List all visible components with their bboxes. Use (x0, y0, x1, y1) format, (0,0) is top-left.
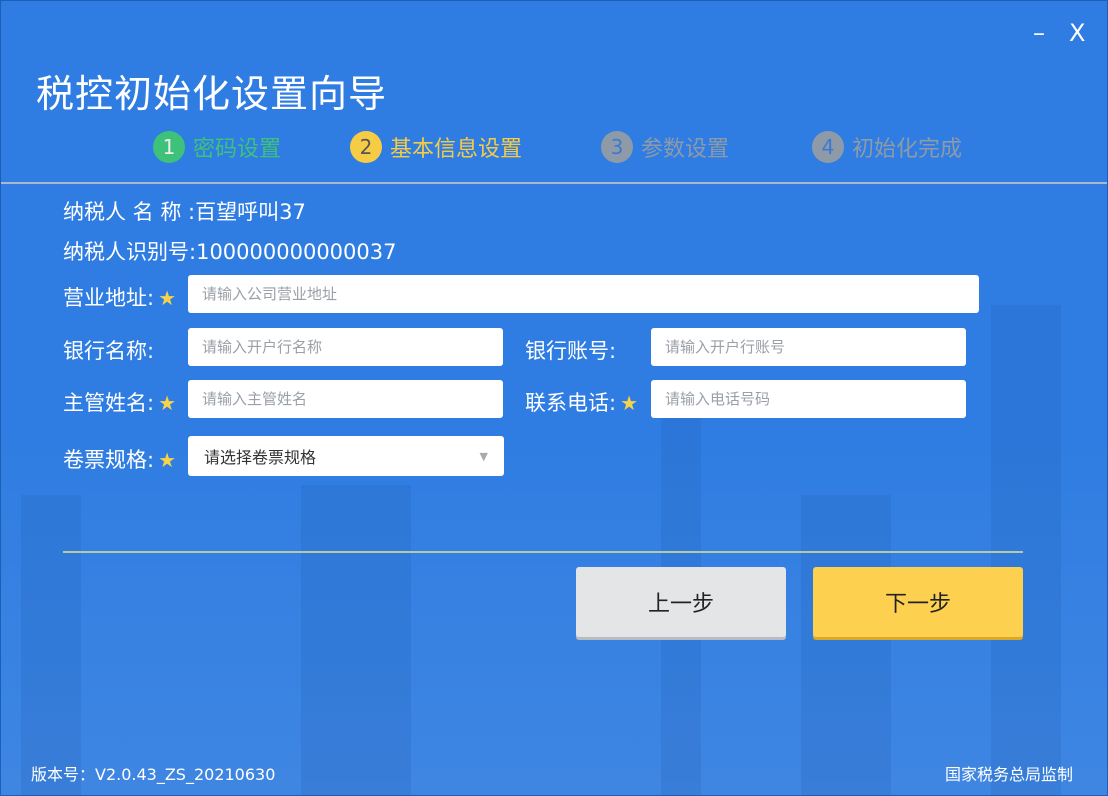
manager-input[interactable] (188, 380, 503, 418)
required-star-icon: ★ (158, 448, 176, 472)
taxpayer-name-label: 纳税人 名 称 : (63, 200, 195, 224)
manager-label: 主管姓名:★ (63, 387, 176, 417)
skyline-decoration (801, 495, 891, 795)
required-star-icon: ★ (158, 391, 176, 415)
taxpayer-id-value: 100000000000037 (196, 240, 396, 264)
minimize-button[interactable]: – (1033, 19, 1045, 47)
bank-name-label: 银行名称: (63, 335, 154, 365)
step-label: 初始化完成 (852, 131, 962, 163)
address-input[interactable] (188, 275, 979, 313)
taxpayer-id-label: 纳税人识别号: (63, 240, 196, 264)
step-password: 1 密码设置 (153, 131, 281, 163)
required-star-icon: ★ (158, 286, 176, 310)
next-button[interactable]: 下一步 (813, 567, 1023, 637)
step-number: 2 (350, 131, 382, 163)
step-number: 1 (153, 131, 185, 163)
skyline-decoration (301, 485, 411, 795)
version-text: 版本号：V2.0.43_ZS_20210630 (31, 761, 275, 785)
chevron-down-icon: ▼ (480, 450, 488, 463)
step-basic-info: 2 基本信息设置 (350, 131, 522, 163)
skyline-decoration (991, 305, 1061, 795)
bank-account-input[interactable] (651, 328, 966, 366)
header-divider (1, 182, 1107, 184)
step-parameters: 3 参数设置 (601, 131, 729, 163)
taxpayer-name-value: 百望呼叫37 (195, 200, 306, 224)
prev-button[interactable]: 上一步 (576, 567, 786, 637)
roll-spec-select[interactable]: 请选择卷票规格 ▼ (188, 436, 504, 476)
step-label: 密码设置 (193, 131, 281, 163)
step-complete: 4 初始化完成 (812, 131, 962, 163)
taxpayer-id: 纳税人识别号:100000000000037 (63, 236, 397, 266)
roll-spec-label: 卷票规格:★ (63, 444, 176, 474)
bank-name-input[interactable] (188, 328, 503, 366)
close-button[interactable]: X (1069, 19, 1085, 47)
phone-input[interactable] (651, 380, 966, 418)
roll-spec-value: 请选择卷票规格 (204, 444, 316, 468)
page-title: 税控初始化设置向导 (36, 63, 387, 118)
taxpayer-name: 纳税人 名 称 :百望呼叫37 (63, 196, 306, 226)
required-star-icon: ★ (620, 391, 638, 415)
wizard-window: – X 税控初始化设置向导 1 密码设置 2 基本信息设置 3 参数设置 4 初… (0, 0, 1108, 796)
supervisor-text: 国家税务总局监制 (945, 761, 1073, 785)
skyline-decoration (21, 495, 81, 795)
step-label: 基本信息设置 (390, 131, 522, 163)
step-number: 4 (812, 131, 844, 163)
step-label: 参数设置 (641, 131, 729, 163)
footer-divider (63, 551, 1023, 553)
bank-account-label: 银行账号: (525, 335, 616, 365)
address-label: 营业地址:★ (63, 282, 176, 312)
phone-label: 联系电话:★ (525, 387, 638, 417)
step-number: 3 (601, 131, 633, 163)
